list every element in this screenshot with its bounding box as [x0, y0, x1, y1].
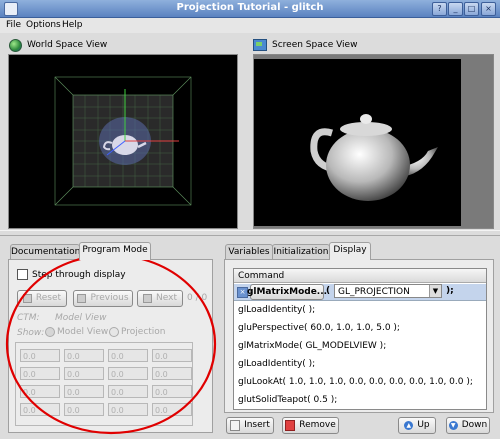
tab-variables[interactable]: Variables: [225, 244, 273, 260]
maximize-button[interactable]: □: [464, 2, 479, 16]
argument-value: GL_PROJECTION: [338, 287, 410, 297]
tab-program-mode[interactable]: Program Mode: [79, 242, 151, 260]
command-row[interactable]: glutSolidTeapot( 0.5 );: [234, 391, 486, 409]
command-row[interactable]: glMatrixMode( GL_MODELVIEW );: [234, 337, 486, 356]
splitter[interactable]: [0, 230, 500, 236]
tab-display[interactable]: Display: [329, 242, 371, 260]
command-row[interactable]: glLoadIdentity( );: [234, 355, 486, 374]
command-editor-row: × glMatrixMode... ( GL_PROJECTION ▼ );: [234, 284, 486, 301]
globe-icon: [9, 38, 22, 52]
tab-initialization[interactable]: Initialization: [272, 244, 330, 260]
command-row[interactable]: glLoadIdentity( );: [234, 301, 486, 320]
arrow-up-icon: ▲: [404, 421, 414, 430]
title-bar: Projection Tutorial - glitch ? _ □ ×: [0, 0, 500, 18]
minimize-button[interactable]: _: [448, 2, 463, 16]
up-button[interactable]: ▲ Up: [398, 417, 436, 434]
insert-button[interactable]: Insert: [226, 417, 274, 434]
function-dropdown-label: glMatrixMode...: [246, 286, 328, 297]
up-label: Up: [417, 420, 430, 430]
down-button[interactable]: ▼ Down: [446, 417, 490, 434]
menu-bar: File Options Help: [0, 18, 500, 33]
teapot-render: [254, 55, 493, 228]
annotation-circle: [5, 253, 217, 435]
down-label: Down: [461, 420, 488, 430]
display-pane: Command × glMatrixMode... ( GL_PROJECTIO…: [224, 259, 494, 413]
close-button[interactable]: ×: [481, 2, 496, 16]
insert-label: Insert: [244, 420, 270, 430]
menu-file[interactable]: File: [6, 20, 21, 30]
remove-label: Remove: [299, 420, 336, 430]
window-title: Projection Tutorial - glitch: [176, 2, 324, 13]
arrow-down-icon: ▼: [448, 421, 458, 430]
world-space-viewport[interactable]: [8, 54, 238, 229]
command-list: Command × glMatrixMode... ( GL_PROJECTIO…: [233, 268, 487, 410]
world-space-title: World Space View: [27, 40, 108, 50]
menu-help[interactable]: Help: [62, 20, 83, 30]
screen-space-viewport[interactable]: [253, 54, 494, 229]
remove-button[interactable]: Remove: [282, 417, 339, 434]
argument-select[interactable]: GL_PROJECTION ▼: [334, 284, 442, 298]
screen-space-title: Screen Space View: [272, 40, 358, 50]
close-paren: );: [446, 286, 454, 296]
open-paren: (: [326, 286, 331, 296]
command-row[interactable]: gluLookAt( 1.0, 1.0, 1.0, 0.0, 0.0, 0.0,…: [234, 373, 486, 392]
world-space-scene: [54, 76, 192, 206]
help-button[interactable]: ?: [432, 2, 447, 16]
function-dropdown[interactable]: glMatrixMode...: [246, 284, 328, 300]
command-header[interactable]: Command: [234, 269, 486, 283]
menu-options[interactable]: Options: [26, 20, 61, 30]
insert-icon: [230, 420, 241, 431]
screen-space-header: Screen Space View: [253, 38, 357, 52]
remove-icon: [285, 420, 296, 431]
world-space-header: World Space View: [9, 38, 107, 52]
command-rows: glLoadIdentity( ); gluPerspective( 60.0,…: [234, 301, 486, 409]
chevron-down-icon[interactable]: ▼: [429, 285, 441, 297]
screen-icon: [253, 39, 267, 51]
command-row[interactable]: gluPerspective( 60.0, 1.0, 1.0, 5.0 );: [234, 319, 486, 338]
